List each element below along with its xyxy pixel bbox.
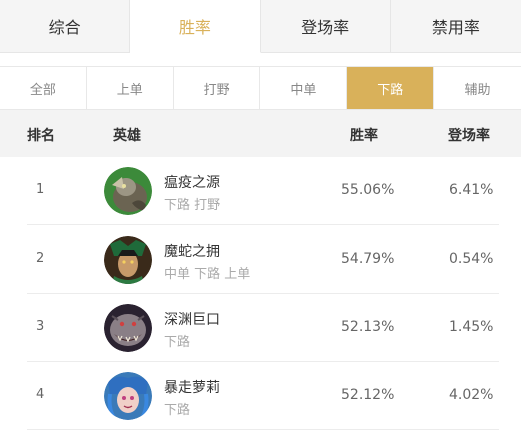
tab-ban-rate[interactable]: 禁用率 xyxy=(390,0,521,53)
table-row[interactable]: 2 魔蛇之拥 中单 下路 上单 54.79% 0.54% xyxy=(27,226,499,294)
tab-overall[interactable]: 综合 xyxy=(0,0,131,53)
header-pick-rate[interactable]: 登场率 xyxy=(448,125,490,145)
pick-rate-value: 4.02% xyxy=(449,387,494,403)
win-rate-value: 52.13% xyxy=(341,319,395,335)
filter-all[interactable]: 全部 xyxy=(0,67,87,109)
jinx-portrait-icon[interactable] xyxy=(104,372,152,420)
hero-roles: 下路 xyxy=(164,403,191,418)
table-header: 排名 英雄 胜率 登场率 xyxy=(0,110,521,157)
header-win-rate[interactable]: 胜率 xyxy=(350,125,378,145)
win-rate-value: 55.06% xyxy=(341,182,395,198)
filter-jungle[interactable]: 打野 xyxy=(174,67,261,109)
table-row[interactable]: 3 深渊巨口 下路 52.13% 1.45% xyxy=(27,294,499,362)
filter-top[interactable]: 上单 xyxy=(87,67,174,109)
win-rate-value: 52.12% xyxy=(341,387,395,403)
position-filter-bar: 全部 上单 打野 中单 下路 辅助 xyxy=(0,66,521,110)
filter-bottom[interactable]: 下路 xyxy=(347,67,435,109)
hero-roles: 中单 下路 上单 xyxy=(164,267,251,282)
hero-name[interactable]: 瘟疫之源 xyxy=(164,172,220,192)
kogmaw-portrait-icon[interactable] xyxy=(104,304,152,352)
hero-name[interactable]: 深渊巨口 xyxy=(164,309,220,329)
table-row[interactable]: 1 瘟疫之源 下路 打野 55.06% 6.41% xyxy=(27,157,499,225)
twitch-portrait-icon[interactable] xyxy=(104,167,152,215)
table-row[interactable]: 4 暴走萝莉 下路 52.12% 4.02% xyxy=(27,362,499,430)
rank-number: 3 xyxy=(36,319,45,334)
pick-rate-value: 0.54% xyxy=(449,251,494,267)
top-tab-bar: 综合 胜率 登场率 禁用率 xyxy=(0,0,521,53)
rank-number: 1 xyxy=(36,182,45,197)
pick-rate-value: 6.41% xyxy=(449,182,494,198)
hero-roles: 下路 打野 xyxy=(164,198,221,213)
header-rank: 排名 xyxy=(27,128,55,144)
tab-win-rate[interactable]: 胜率 xyxy=(130,0,261,53)
cassiopeia-portrait-icon[interactable] xyxy=(104,236,152,284)
rank-number: 2 xyxy=(36,251,45,266)
header-hero: 英雄 xyxy=(113,128,141,144)
hero-name[interactable]: 暴走萝莉 xyxy=(164,377,220,397)
hero-name[interactable]: 魔蛇之拥 xyxy=(164,241,220,261)
pick-rate-value: 1.45% xyxy=(449,319,494,335)
hero-roles: 下路 xyxy=(164,335,191,350)
tab-pick-rate[interactable]: 登场率 xyxy=(260,0,391,53)
filter-support[interactable]: 辅助 xyxy=(434,67,521,109)
win-rate-value: 54.79% xyxy=(341,251,395,267)
rank-number: 4 xyxy=(36,387,45,402)
filter-mid[interactable]: 中单 xyxy=(260,67,348,109)
